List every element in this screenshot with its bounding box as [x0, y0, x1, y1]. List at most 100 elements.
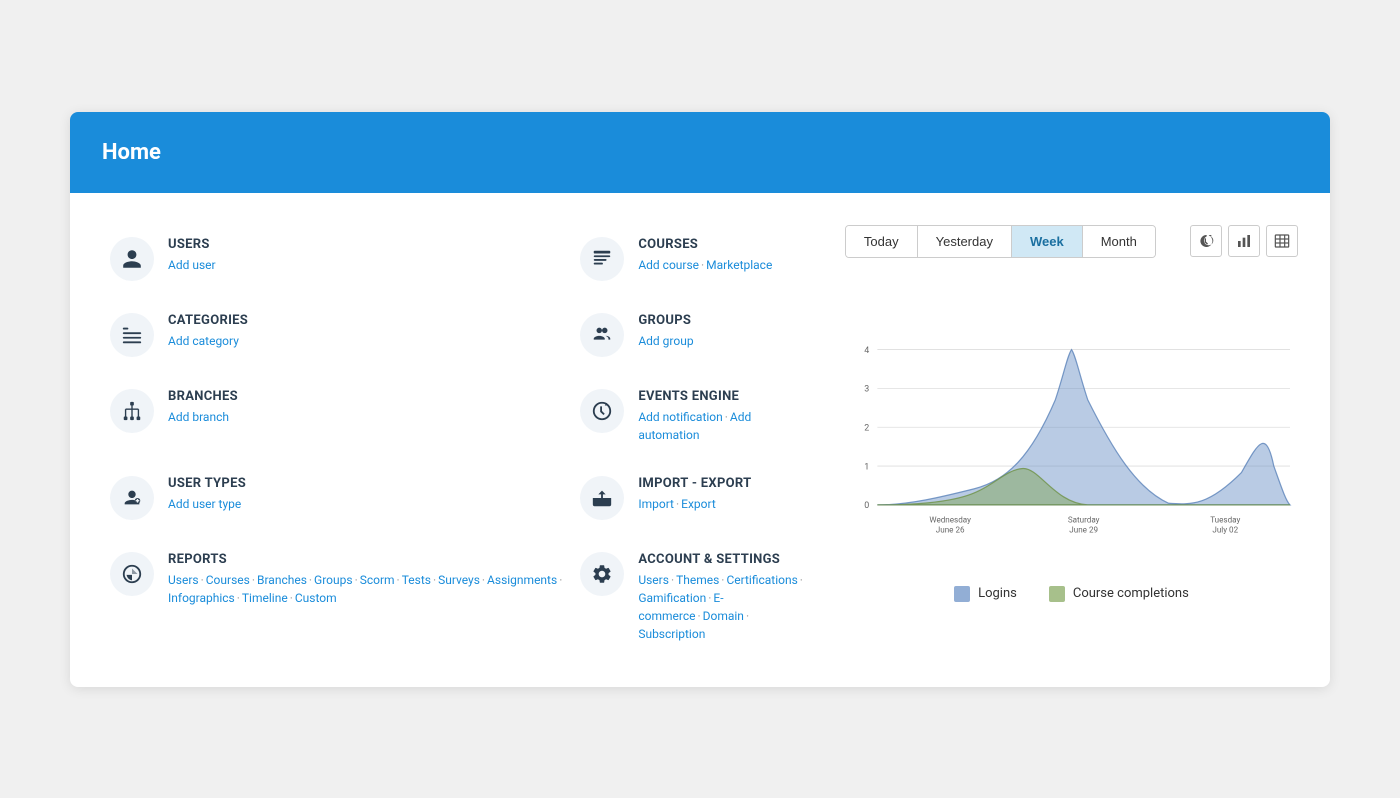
reports-icon [110, 552, 154, 596]
menu-title-courses: COURSES [638, 237, 772, 252]
menu-item-events: EVENTS ENGINE Add notification·Add autom… [572, 377, 813, 456]
menu-title-user-types: USER TYPES [168, 476, 246, 491]
svg-text:0: 0 [864, 501, 869, 511]
chart-panel: Today Yesterday Week Month [845, 225, 1298, 655]
menu-title-account-settings: ACCOUNT & SETTINGS [638, 552, 805, 567]
menu-links-users: Add user [168, 256, 216, 274]
add-notification-link[interactable]: Add notification [638, 410, 722, 424]
settings-gamification-link[interactable]: Gamification [638, 591, 706, 605]
time-tabs: Today Yesterday Week Month [845, 225, 1156, 258]
menu-title-groups: GROUPS [638, 313, 693, 328]
menu-item-groups: GROUPS Add group [572, 301, 813, 369]
page-wrapper: Home USERS Add user [70, 112, 1330, 687]
settings-domain-link[interactable]: Domain [703, 609, 744, 623]
menu-item-user-types: USER TYPES Add user type [102, 464, 572, 532]
svg-text:4: 4 [864, 345, 869, 355]
add-user-type-link[interactable]: Add user type [168, 497, 241, 511]
menu-item-reports: REPORTS Users·Courses·Branches·Groups·Sc… [102, 540, 572, 655]
reports-custom-link[interactable]: Custom [295, 591, 337, 605]
reports-courses-link[interactable]: Courses [206, 573, 250, 587]
reports-scorm-link[interactable]: Scorm [360, 573, 395, 587]
menu-text-import-export: IMPORT - EXPORT Import·Export [638, 476, 751, 513]
menu-text-courses: COURSES Add course·Marketplace [638, 237, 772, 274]
user-icon [110, 237, 154, 281]
categories-icon [110, 313, 154, 357]
reports-tests-link[interactable]: Tests [402, 573, 431, 587]
settings-icon [580, 552, 624, 596]
legend-completions-dot [1049, 586, 1065, 602]
svg-text:June 26: June 26 [936, 524, 965, 534]
marketplace-link[interactable]: Marketplace [706, 258, 772, 272]
svg-text:Saturday: Saturday [1068, 514, 1100, 524]
svg-text:2: 2 [864, 423, 869, 433]
svg-text:Wednesday: Wednesday [929, 514, 971, 524]
legend-logins-label: Logins [978, 586, 1017, 601]
legend-completions-label: Course completions [1073, 586, 1189, 601]
menu-item-branches: BRANCHES Add branch [102, 377, 572, 456]
line-chart: 0 1 2 3 4 Wednesday June 26 Saturday Ju [845, 274, 1298, 574]
menu-text-branches: BRANCHES Add branch [168, 389, 238, 426]
chart-bar-icon-btn[interactable] [1228, 225, 1260, 257]
page-header: Home [70, 112, 1330, 193]
menu-links-reports: Users·Courses·Branches·Groups·Scorm·Test… [168, 571, 564, 607]
menu-item-categories: CATEGORIES Add category [102, 301, 572, 369]
tab-month[interactable]: Month [1083, 226, 1155, 257]
svg-text:3: 3 [864, 384, 869, 394]
menu-links-groups: Add group [638, 332, 693, 350]
menu-title-users: USERS [168, 237, 216, 252]
legend-completions: Course completions [1049, 586, 1189, 602]
reports-timeline-link[interactable]: Timeline [242, 591, 288, 605]
add-course-link[interactable]: Add course [638, 258, 699, 272]
tab-today[interactable]: Today [846, 226, 918, 257]
menu-text-users: USERS Add user [168, 237, 216, 274]
add-user-link[interactable]: Add user [168, 258, 216, 272]
reports-branches-link[interactable]: Branches [257, 573, 307, 587]
reports-users-link[interactable]: Users [168, 573, 199, 587]
import-link[interactable]: Import [638, 497, 674, 511]
add-branch-link[interactable]: Add branch [168, 410, 229, 424]
menu-text-account-settings: ACCOUNT & SETTINGS Users·Themes·Certific… [638, 552, 805, 643]
menu-links-account-settings: Users·Themes·Certifications·Gamification… [638, 571, 805, 643]
svg-text:July 02: July 02 [1212, 524, 1238, 534]
menu-text-events: EVENTS ENGINE Add notification·Add autom… [638, 389, 805, 444]
menu-item-courses: COURSES Add course·Marketplace [572, 225, 813, 293]
menu-title-reports: REPORTS [168, 552, 564, 567]
menu-links-import-export: Import·Export [638, 495, 751, 513]
reports-groups-link[interactable]: Groups [314, 573, 353, 587]
page-title: Home [102, 140, 161, 165]
history-icon-btn[interactable] [1190, 225, 1222, 257]
menu-text-user-types: USER TYPES Add user type [168, 476, 246, 513]
settings-certifications-link[interactable]: Certifications [726, 573, 797, 587]
settings-users-link[interactable]: Users [638, 573, 669, 587]
chart-svg: 0 1 2 3 4 Wednesday June 26 Saturday Ju [845, 274, 1298, 574]
add-category-link[interactable]: Add category [168, 334, 239, 348]
menu-title-branches: BRANCHES [168, 389, 238, 404]
chart-icon-group [1190, 225, 1298, 257]
branches-icon [110, 389, 154, 433]
settings-subscription-link[interactable]: Subscription [638, 627, 705, 641]
menu-links-categories: Add category [168, 332, 248, 350]
menu-item-account-settings: ACCOUNT & SETTINGS Users·Themes·Certific… [572, 540, 813, 655]
tab-week[interactable]: Week [1012, 226, 1083, 257]
tab-yesterday[interactable]: Yesterday [918, 226, 1012, 257]
reports-surveys-link[interactable]: Surveys [438, 573, 480, 587]
export-link[interactable]: Export [681, 497, 716, 511]
legend-logins: Logins [954, 586, 1017, 602]
svg-text:Tuesday: Tuesday [1210, 514, 1240, 524]
menu-title-categories: CATEGORIES [168, 313, 248, 328]
legend-logins-dot [954, 586, 970, 602]
reports-assignments-link[interactable]: Assignments [487, 573, 557, 587]
menu-item-import-export: IMPORT - EXPORT Import·Export [572, 464, 813, 532]
menu-links-courses: Add course·Marketplace [638, 256, 772, 274]
chart-legend: Logins Course completions [845, 586, 1298, 602]
chart-controls: Today Yesterday Week Month [845, 225, 1298, 258]
add-group-link[interactable]: Add group [638, 334, 693, 348]
reports-infographics-link[interactable]: Infographics [168, 591, 235, 605]
menu-text-reports: REPORTS Users·Courses·Branches·Groups·Sc… [168, 552, 564, 607]
settings-themes-link[interactable]: Themes [676, 573, 719, 587]
events-icon [580, 389, 624, 433]
table-icon-btn[interactable] [1266, 225, 1298, 257]
menu-title-import-export: IMPORT - EXPORT [638, 476, 751, 491]
menu-text-categories: CATEGORIES Add category [168, 313, 248, 350]
courses-icon [580, 237, 624, 281]
